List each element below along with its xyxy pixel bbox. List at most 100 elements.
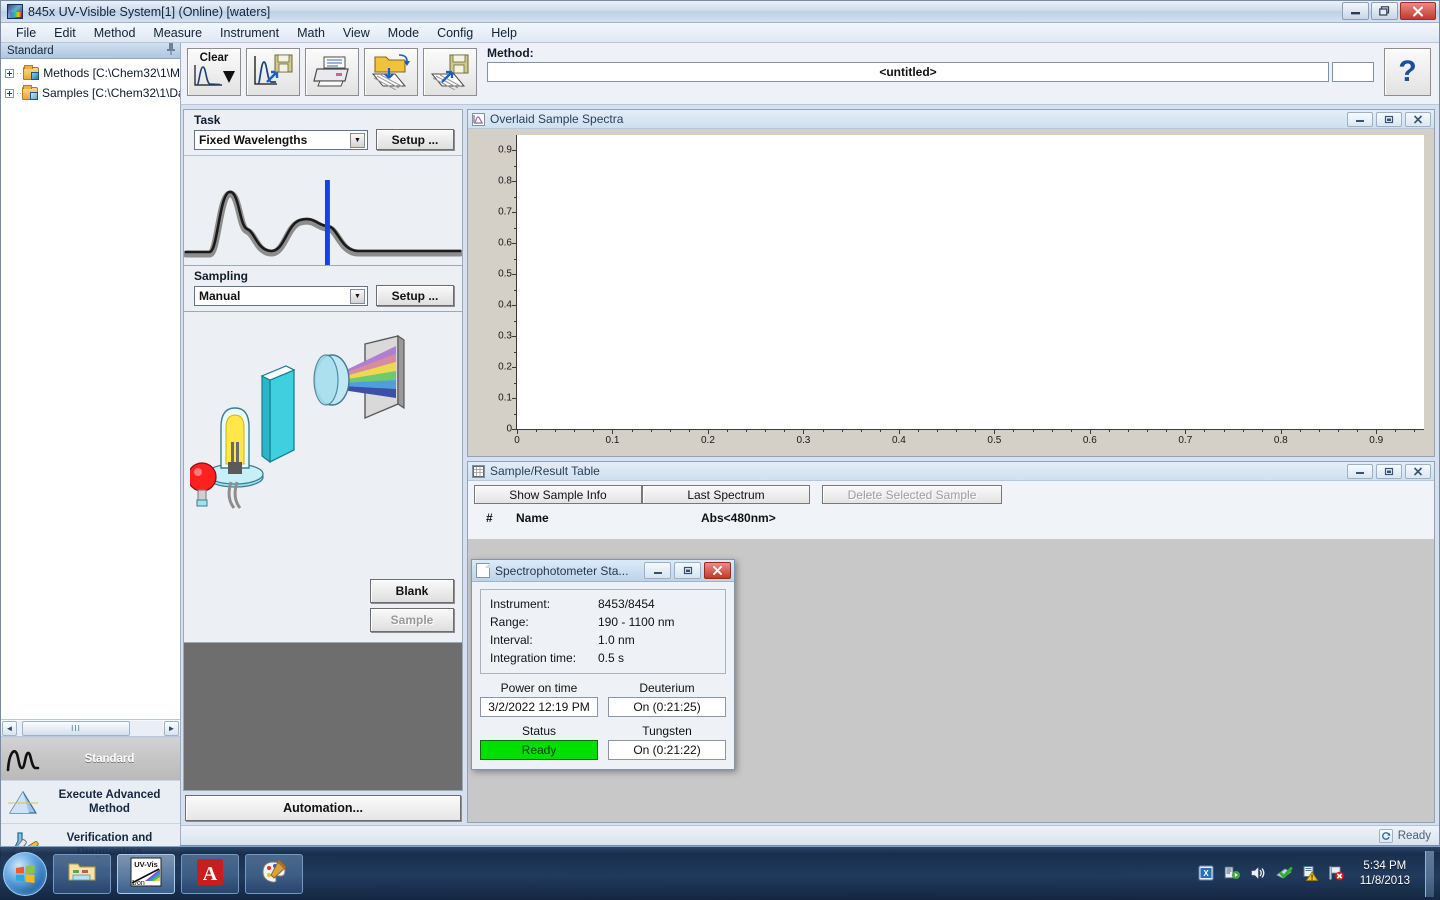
spectra-restore-button[interactable] [1376,112,1402,127]
x-axis-minor-tick [937,429,938,432]
status-dialog-restore-button[interactable] [674,562,701,579]
volume-icon[interactable] [1250,865,1267,882]
task-setup-button[interactable]: Setup ... [376,129,454,150]
open-folder-icon [369,52,413,93]
scroll-left-icon[interactable]: ◄ [2,721,17,736]
y-axis-minor-tick [514,321,517,322]
green-check-icon[interactable] [1276,865,1293,882]
save-spectrum-icon [251,52,295,93]
tree-item-label: Methods [C:\Chem32\1\M [43,66,180,80]
task-select-value: Fixed Wavelengths [199,133,307,147]
status-label: Status [480,724,598,738]
taskbar-item-explorer[interactable] [53,854,111,894]
menu-help[interactable]: Help [482,24,526,42]
expand-icon[interactable] [5,69,14,78]
sidebar-item-standard[interactable]: Standard [1,738,180,781]
minimize-button[interactable] [1342,2,1369,20]
x-axis-minor-tick [1300,429,1301,432]
title-bar: 845x UV-Visible System[1] (Online) [wate… [1,1,1439,23]
menu-edit[interactable]: Edit [45,24,85,42]
excel-icon[interactable]: X [1198,865,1215,882]
windows-start-orb[interactable] [3,852,47,896]
column-header-abs: Abs<480nm> [701,511,776,525]
warning-icon[interactable] [1302,865,1319,882]
sample-table-title-bar: Sample/Result Table [468,462,1434,481]
restore-button[interactable] [1371,2,1398,20]
x-axis-tick [803,429,804,434]
chevron-down-icon[interactable]: ▼ [350,133,365,148]
tree-horizontal-scrollbar[interactable]: ◄ III ► [1,719,180,737]
menu-mode[interactable]: Mode [379,24,428,42]
scroll-track[interactable]: III [18,721,163,736]
x-axis-minor-tick [1414,429,1415,432]
scroll-right-icon[interactable]: ► [164,721,179,736]
scroll-thumb[interactable]: III [22,721,130,736]
info-value: 8453/8454 [598,595,655,613]
x-axis-minor-tick [1338,429,1339,432]
sample-table-minimize-button[interactable] [1347,464,1373,479]
x-axis-minor-tick [593,429,594,432]
plot-area[interactable]: 00.10.20.30.40.50.60.70.80.900.10.20.30.… [516,135,1424,430]
overlaid-sample-spectra-window: Overlaid Sample Spectra [467,109,1435,457]
status-dialog-close-button[interactable] [704,562,731,579]
task-select[interactable]: Fixed Wavelengths ▼ [194,130,368,150]
method-name-field[interactable]: <untitled> [487,62,1329,82]
method-extra-field[interactable] [1332,62,1374,82]
network-transfer-icon[interactable] [1224,865,1241,882]
x-axis-minor-tick [784,429,785,432]
x-axis-minor-tick [1204,429,1205,432]
x-axis-minor-tick [1052,429,1053,432]
close-button[interactable] [1400,2,1436,20]
tree-item-label: Samples [C:\Chem32\1\Da [42,86,180,100]
show-sample-info-button[interactable]: Show Sample Info [474,485,642,504]
sampling-group: Sampling Manual ▼ Setup ... [183,266,463,312]
taskbar-clock[interactable]: 5:34 PM 11/8/2013 [1354,859,1416,889]
taskbar-item-uv-vis[interactable]: UV-Vis 1/on [117,854,175,894]
y-axis-minor-tick [514,414,517,415]
sample-table-restore-button[interactable] [1376,464,1402,479]
printer-icon [312,55,352,90]
expand-icon[interactable] [5,89,14,98]
task-title: Task [184,110,462,129]
menu-config[interactable]: Config [428,24,482,42]
sample-table-toolbar: Show Sample Info Last Spectrum Delete Se… [468,481,1434,504]
sidebar-item-execute-advanced-method[interactable]: Execute Advanced Method [1,781,180,824]
help-button[interactable]: ? [1384,48,1431,96]
open-method-button[interactable] [364,48,418,96]
last-spectrum-button[interactable]: Last Spectrum [642,485,810,504]
blank-button[interactable]: Blank [370,579,454,603]
x-axis-minor-tick [1357,429,1358,432]
clear-button[interactable]: Clear [187,48,241,96]
save-spectrum-button[interactable] [246,48,300,96]
taskbar-item-acrobat[interactable]: A [181,854,239,894]
menu-measure[interactable]: Measure [144,24,211,42]
menu-method[interactable]: Method [85,24,145,42]
flag-error-icon[interactable] [1328,865,1345,882]
sample-table-header: # Name Abs<480nm> [468,504,1434,530]
menu-instrument[interactable]: Instrument [211,24,288,42]
print-button[interactable] [305,48,359,96]
spectra-minimize-button[interactable] [1347,112,1373,127]
sample-table-close-button[interactable] [1405,464,1431,479]
tree-item-samples[interactable]: ·· Samples [C:\Chem32\1\Da [5,83,180,103]
save-method-button[interactable] [423,48,477,96]
menu-view[interactable]: View [334,24,379,42]
taskbar-item-paint[interactable] [245,854,303,894]
spectra-chart[interactable]: 00.10.20.30.40.50.60.70.80.900.10.20.30.… [468,129,1434,456]
spectra-close-button[interactable] [1405,112,1431,127]
status-dialog-minimize-button[interactable] [644,562,671,579]
show-desktop-button[interactable] [1425,851,1434,897]
sampling-setup-button[interactable]: Setup ... [376,285,454,306]
sampling-select[interactable]: Manual ▼ [194,286,368,306]
svg-text:UV-Vis: UV-Vis [134,860,158,869]
chevron-down-icon[interactable]: ▼ [350,289,365,304]
menu-math[interactable]: Math [288,24,334,42]
x-axis-minor-tick [746,429,747,432]
y-axis-minor-tick [514,197,517,198]
menu-file[interactable]: File [7,24,45,42]
pin-icon[interactable] [166,43,176,58]
tree-item-methods[interactable]: ·· Methods [C:\Chem32\1\M [5,63,180,83]
y-axis-minor-tick [514,352,517,353]
automation-button[interactable]: Automation... [185,795,461,821]
empty-panel-area [183,643,463,791]
